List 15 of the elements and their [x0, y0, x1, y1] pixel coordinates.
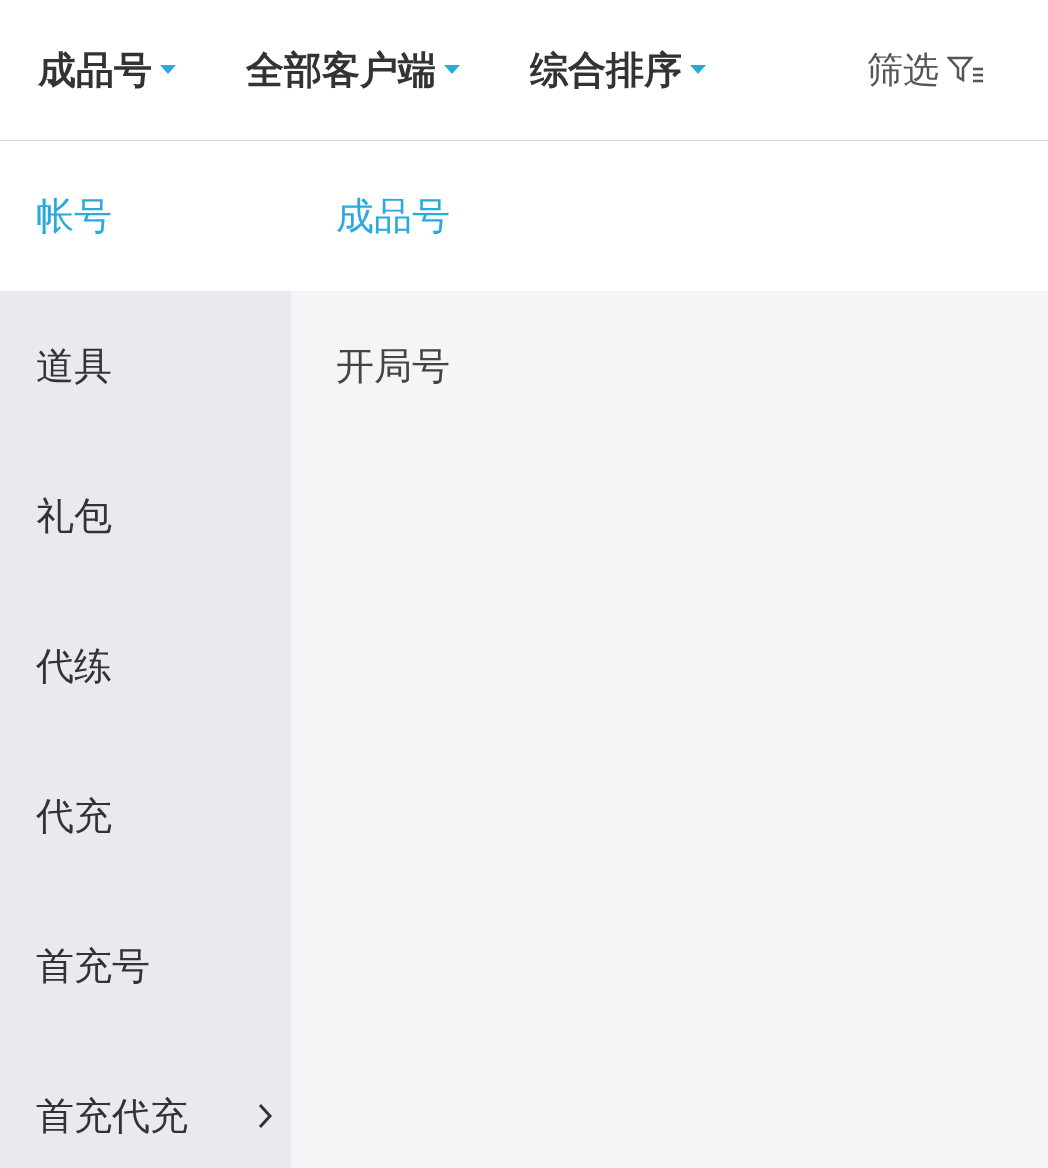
category-item[interactable]: 礼包	[0, 441, 291, 591]
category-item[interactable]: 代充	[0, 741, 291, 891]
dropdown-button[interactable]: 成品号	[38, 41, 176, 99]
caret-icon	[690, 65, 706, 75]
filter-button[interactable]: 筛选	[867, 43, 985, 97]
category-item[interactable]: 首充号	[0, 891, 291, 1041]
subcategory-item[interactable]: 开局号	[291, 291, 1048, 441]
category-item[interactable]: 代练	[0, 591, 291, 741]
category-item[interactable]: 首充代充	[0, 1041, 291, 1168]
dropdown-button[interactable]: 全部客户端	[246, 41, 460, 99]
caret-icon	[444, 65, 460, 75]
caret-icon	[160, 65, 176, 75]
filter-icon	[947, 55, 985, 85]
category-item[interactable]: 道具	[0, 291, 291, 441]
dropdown-button[interactable]: 综合排序	[530, 41, 706, 99]
